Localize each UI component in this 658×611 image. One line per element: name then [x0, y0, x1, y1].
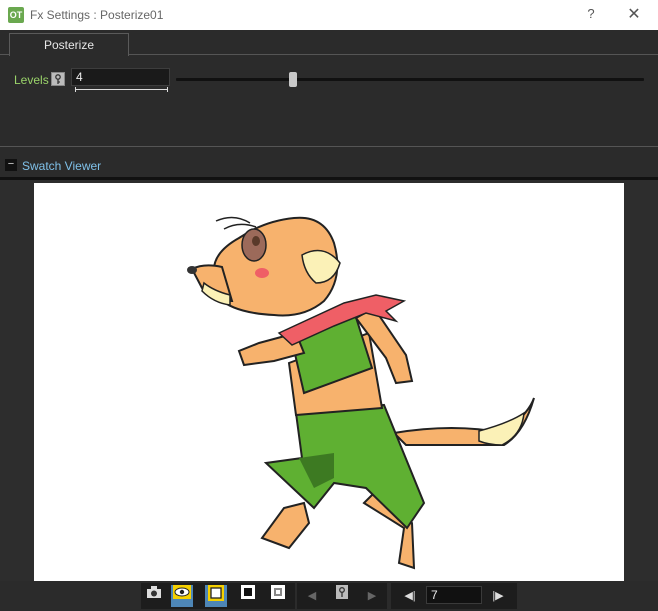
checkered-icon: [271, 585, 285, 602]
levels-range-indicator: [75, 87, 168, 92]
levels-slider-track[interactable]: [176, 78, 644, 81]
bg-toggle-group: [141, 583, 295, 609]
preview-toggle[interactable]: [171, 585, 193, 607]
help-button[interactable]: ?: [584, 6, 598, 21]
levels-slider-handle[interactable]: [289, 72, 297, 87]
swatch-viewer-label[interactable]: Swatch Viewer: [22, 159, 101, 173]
viewer-toolbar: ◀ ▶ ◀| |▶ 7: [0, 581, 658, 611]
character-preview-image: [187, 216, 535, 570]
arrow-left-icon: ◀: [307, 590, 317, 602]
prev-frame[interactable]: ◀|: [399, 585, 421, 607]
key-icon: [336, 585, 348, 602]
preview-canvas[interactable]: [34, 183, 624, 583]
key-icon[interactable]: [51, 72, 65, 86]
panel-divider: [0, 146, 658, 147]
close-button[interactable]: ✕: [627, 4, 641, 24]
title-bar: OT Fx Settings : Posterize01 ? ✕: [0, 0, 658, 30]
checkered-bg-toggle[interactable]: [267, 585, 289, 607]
tab-bar: Posterize: [0, 30, 658, 56]
app-logo-icon: OT: [8, 7, 24, 23]
next-key[interactable]: ▶: [361, 585, 383, 607]
arrow-right-icon: ▶: [367, 590, 377, 602]
collapse-icon[interactable]: −: [5, 159, 17, 171]
black-square-icon: [241, 585, 255, 602]
black-bg-toggle[interactable]: [237, 585, 259, 607]
white-bg-toggle[interactable]: [205, 585, 227, 607]
camera-icon: [146, 586, 162, 602]
prev-key[interactable]: ◀: [301, 585, 323, 607]
next-frame[interactable]: |▶: [487, 585, 509, 607]
step-back-icon: ◀|: [404, 590, 416, 602]
swatch-viewer: [0, 177, 658, 583]
window-title: Fx Settings : Posterize01: [30, 8, 164, 22]
set-key[interactable]: [331, 585, 353, 607]
step-forward-icon: |▶: [492, 590, 504, 602]
white-square-icon: [208, 585, 224, 604]
key-nav-group: ◀ ▶: [297, 583, 387, 609]
eye-icon: [173, 585, 191, 602]
levels-input[interactable]: 4: [71, 68, 170, 86]
params-panel: Levels 4: [0, 56, 658, 146]
frame-input[interactable]: 7: [426, 586, 482, 604]
swatch-viewer-header: − Swatch Viewer: [0, 155, 658, 177]
levels-label: Levels: [14, 73, 49, 87]
tab-posterize[interactable]: Posterize: [9, 33, 129, 56]
camera-stand-toggle[interactable]: [143, 585, 165, 607]
